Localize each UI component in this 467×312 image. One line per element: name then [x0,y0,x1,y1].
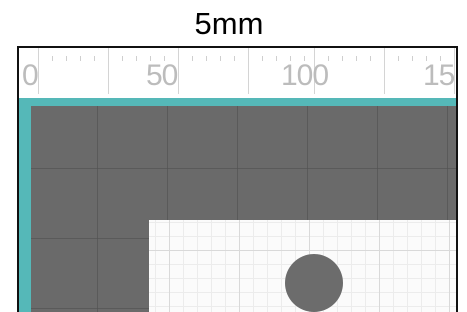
ruler-label-100: 100 [281,59,329,92]
ruler-major-tick [38,48,39,94]
ruler-tick [276,56,277,61]
circle-hole-icon[interactable] [285,254,343,312]
ruler-tick [80,56,81,61]
scale-caption: 5mm [194,6,264,41]
ruler-tick [412,56,413,61]
ruler-tick [370,56,371,61]
vertical-guide-bar [19,98,31,312]
ruler-tick [328,56,329,61]
ruler-tick [94,56,95,61]
ruler-tick [122,56,123,61]
ruler-tick [66,56,67,61]
ruler-label-0: 0 [22,59,39,92]
ruler-tick [206,56,207,61]
ruler-tick [136,56,137,61]
ruler-tick [342,56,343,61]
ruler-tick [234,56,235,61]
ruler-major-tick [384,48,385,94]
dark-workspace-area[interactable] [31,106,456,312]
horizontal-guide-bar [19,98,456,106]
ruler-tick [262,56,263,61]
ruler-tick [192,56,193,61]
ruler-tick [52,56,53,61]
ruler-major-tick [248,48,249,94]
ruler-tick [220,56,221,61]
ruler-tick [398,56,399,61]
editor-canvas[interactable]: 0 50 100 15 [17,46,458,312]
ruler-major-tick [178,48,179,94]
ruler-label-150: 15 [423,59,455,92]
ruler-label-50: 50 [146,59,178,92]
ruler-tick [356,56,357,61]
horizontal-ruler[interactable]: 0 50 100 15 [19,48,456,98]
ruler-major-tick [108,48,109,94]
